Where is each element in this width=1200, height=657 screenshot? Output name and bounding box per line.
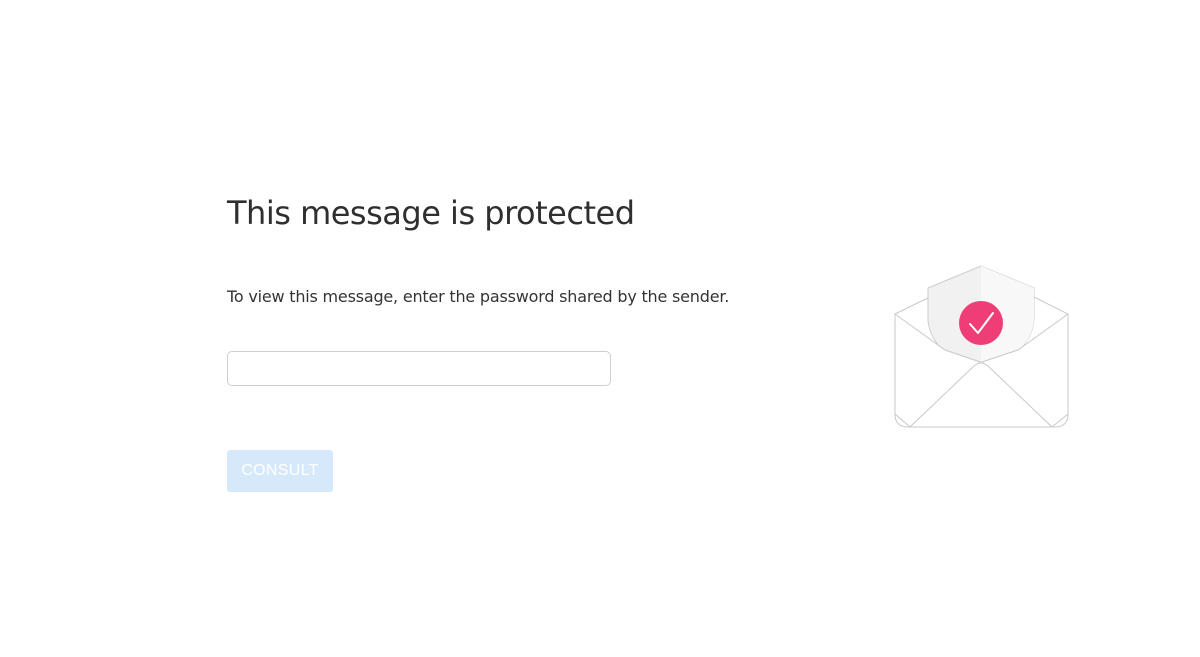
password-input[interactable] (227, 351, 611, 386)
password-form: This message is protected To view this m… (227, 190, 787, 492)
instruction-text: To view this message, enter the password… (227, 287, 730, 306)
protected-envelope-icon (894, 265, 1069, 428)
page-title: This message is protected (227, 194, 635, 232)
protected-message-page: This message is protected To view this m… (0, 0, 1200, 657)
consult-button[interactable]: CONSULT (227, 450, 333, 492)
checkmark-badge (959, 301, 1003, 345)
